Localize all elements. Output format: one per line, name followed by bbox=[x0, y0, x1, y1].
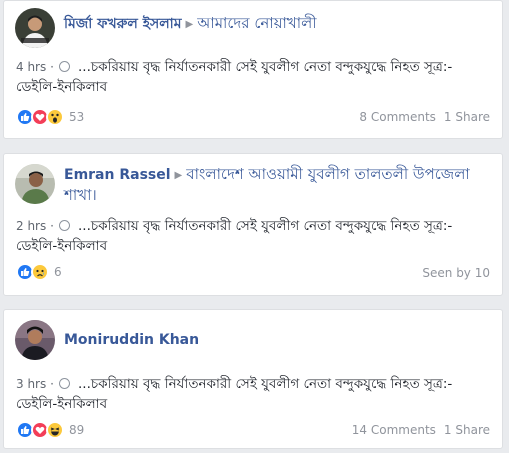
post-text: ...চকরিয়ায় বৃদ্ধ নির্যাতনকারী সেই যুবল… bbox=[16, 218, 453, 254]
post-header: Moniruddin Khan bbox=[64, 331, 492, 350]
arrow-right-icon: ▶ bbox=[174, 170, 183, 181]
post-stats: Seen by 10 bbox=[422, 266, 490, 280]
post-text: ...চকরিয়ায় বৃদ্ধ নির্যাতনকারী সেই যুবল… bbox=[16, 59, 453, 95]
post-card: Moniruddin Khan 3 hrs · ...চকরিয়ায় বৃদ… bbox=[3, 309, 503, 449]
arrow-right-icon: ▶ bbox=[185, 19, 194, 30]
reaction-count[interactable]: 89 bbox=[69, 423, 84, 437]
shares-count[interactable]: 1 Share bbox=[444, 423, 490, 437]
post-card: মির্জা ফখরুল ইসলাম ▶ আমাদের নোয়াখালী 4 hr… bbox=[3, 0, 503, 139]
post-stats: 8 Comments 1 Share bbox=[359, 110, 490, 124]
reaction-count[interactable]: 53 bbox=[69, 110, 84, 124]
post-header: মির্জা ফখরুল ইসলাম ▶ আমাদের নোয়াখালী bbox=[64, 14, 492, 35]
post-header: Emran Rassel ▶ বাংলাদেশ আওয়ামী যুবলীগ তাল… bbox=[64, 165, 492, 206]
reaction-count[interactable]: 6 bbox=[54, 265, 62, 279]
group-name[interactable]: আমাদের নোয়াখালী bbox=[197, 14, 316, 32]
avatar[interactable] bbox=[15, 8, 55, 48]
author-name[interactable]: Emran Rassel bbox=[64, 167, 171, 183]
reaction-bar[interactable]: 53 bbox=[16, 107, 84, 127]
reaction-bar[interactable]: 6 bbox=[16, 262, 62, 282]
reaction-bar[interactable]: 89 bbox=[16, 420, 84, 440]
wow-icon bbox=[46, 108, 64, 126]
comments-count[interactable]: 8 Comments bbox=[359, 110, 436, 124]
avatar[interactable] bbox=[15, 320, 55, 360]
seen-by[interactable]: Seen by 10 bbox=[422, 266, 490, 280]
author-name[interactable]: মির্জা ফখরুল ইসলাম bbox=[64, 16, 182, 32]
haha-icon bbox=[46, 421, 64, 439]
post-card: Emran Rassel ▶ বাংলাদেশ আওয়ামী যুবলীগ তাল… bbox=[3, 153, 503, 296]
comments-count[interactable]: 14 Comments bbox=[352, 423, 436, 437]
sad-icon bbox=[31, 263, 49, 281]
post-stats: 14 Comments 1 Share bbox=[352, 423, 490, 437]
avatar[interactable] bbox=[15, 164, 55, 204]
author-name[interactable]: Moniruddin Khan bbox=[64, 332, 199, 348]
post-text: ...চকরিয়ায় বৃদ্ধ নির্যাতনকারী সেই যুবল… bbox=[16, 376, 453, 412]
shares-count[interactable]: 1 Share bbox=[444, 110, 490, 124]
